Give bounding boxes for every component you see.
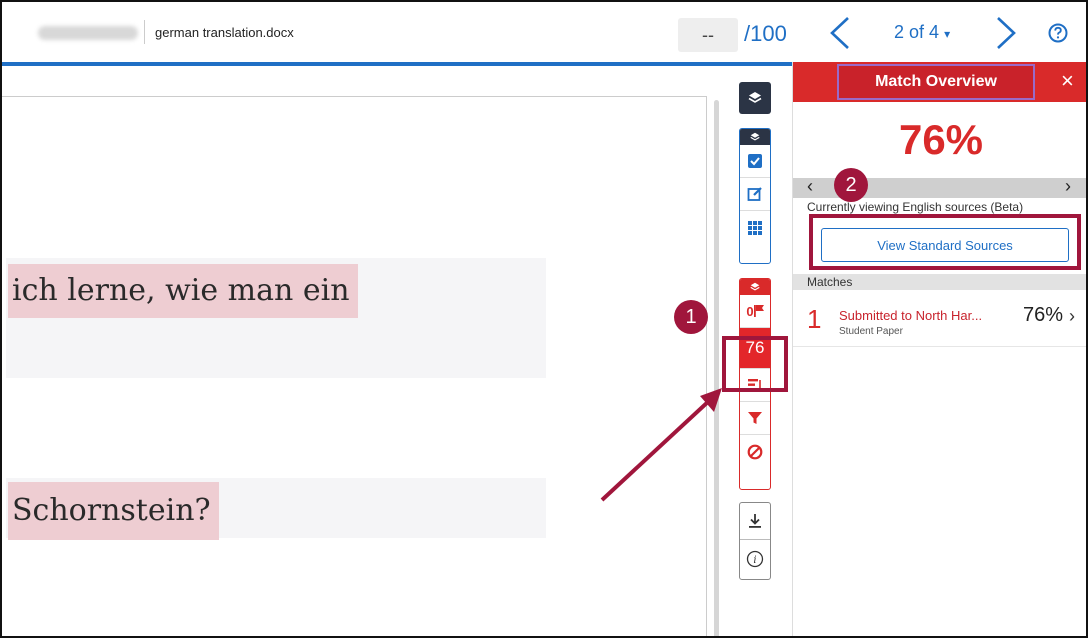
viewing-note: Currently viewing English sources (Beta) [807, 200, 1024, 214]
flag-count: 0 [746, 303, 754, 319]
previous-paper-button[interactable] [828, 16, 852, 55]
progress-bar [2, 62, 792, 66]
checkbox-icon [748, 154, 762, 168]
caret-down-icon: ▾ [944, 27, 951, 41]
chevron-left-icon [830, 17, 849, 49]
group-header [740, 279, 770, 295]
divider [144, 20, 145, 44]
grid-icon [748, 220, 762, 235]
annotation-arrow [600, 388, 722, 502]
grading-toolbar-group [739, 128, 771, 264]
match-overview-panel: Match Overview × 76% ‹ › Currently viewi… [792, 62, 1086, 636]
file-name: german translation.docx [155, 25, 294, 40]
layers-icon [748, 92, 762, 103]
info-button[interactable]: i [740, 540, 770, 577]
chevron-right-icon[interactable]: › [1065, 176, 1071, 197]
layers-icon [750, 132, 760, 141]
page-indicator: 2 of 4 [894, 22, 940, 42]
download-icon [749, 514, 761, 528]
match-list-item[interactable]: 1 Submitted to North Har... Student Pape… [793, 298, 1086, 347]
chevron-right-icon [997, 17, 1016, 49]
matches-header: Matches [793, 274, 1086, 290]
prohibited-icon [747, 444, 763, 459]
top-bar: german translation.docx -- /100 2 of 4 ▾ [2, 2, 1086, 62]
panel-title: Match Overview [837, 64, 1035, 100]
edit-icon [747, 187, 762, 201]
close-icon[interactable]: × [1061, 70, 1074, 92]
annotation-badge: 2 [834, 168, 868, 202]
info-icon: i [746, 550, 764, 567]
page-selector[interactable]: 2 of 4 ▾ [894, 22, 950, 43]
rubric-button[interactable] [740, 145, 770, 178]
match-title: Submitted to North Har... [839, 308, 983, 323]
chevron-left-icon[interactable]: ‹ [807, 176, 813, 197]
filter-button[interactable] [740, 402, 770, 435]
app-frame: german translation.docx -- /100 2 of 4 ▾… [0, 0, 1088, 638]
score-denominator: /100 [744, 21, 787, 46]
chevron-right-icon[interactable]: › [1069, 306, 1075, 327]
exclude-button[interactable] [740, 435, 770, 468]
match-rank: 1 [807, 304, 822, 334]
view-standard-sources-button[interactable]: View Standard Sources [821, 228, 1069, 262]
next-paper-button[interactable] [994, 16, 1018, 55]
flags-button[interactable]: 0 [740, 295, 770, 328]
match-percent: 76% [1023, 304, 1064, 326]
annotation-badge: 1 [674, 300, 708, 334]
layers-button[interactable] [739, 82, 771, 114]
panel-header: Match Overview × [793, 62, 1086, 102]
feedback-button[interactable] [740, 178, 770, 211]
highlighted-text-line[interactable]: ich lerne, wie man ein [8, 264, 358, 318]
match-type: Student Paper [839, 326, 903, 337]
blurred-author-name [38, 26, 138, 40]
overall-similarity: 76% [898, 116, 984, 163]
flag-icon [753, 305, 764, 317]
group-header [740, 129, 770, 145]
filter-icon [748, 412, 762, 424]
grid-button[interactable] [740, 211, 770, 244]
info-toolbar-group: i [739, 502, 771, 580]
score-input[interactable]: -- [678, 18, 738, 52]
help-icon [1048, 23, 1068, 43]
highlighted-text-line[interactable]: Schornstein? [8, 482, 219, 540]
document-scrollbar[interactable] [714, 100, 719, 636]
help-button[interactable] [1048, 23, 1068, 43]
layers-icon [750, 282, 760, 291]
download-button[interactable] [740, 503, 770, 540]
svg-text:i: i [753, 555, 756, 566]
